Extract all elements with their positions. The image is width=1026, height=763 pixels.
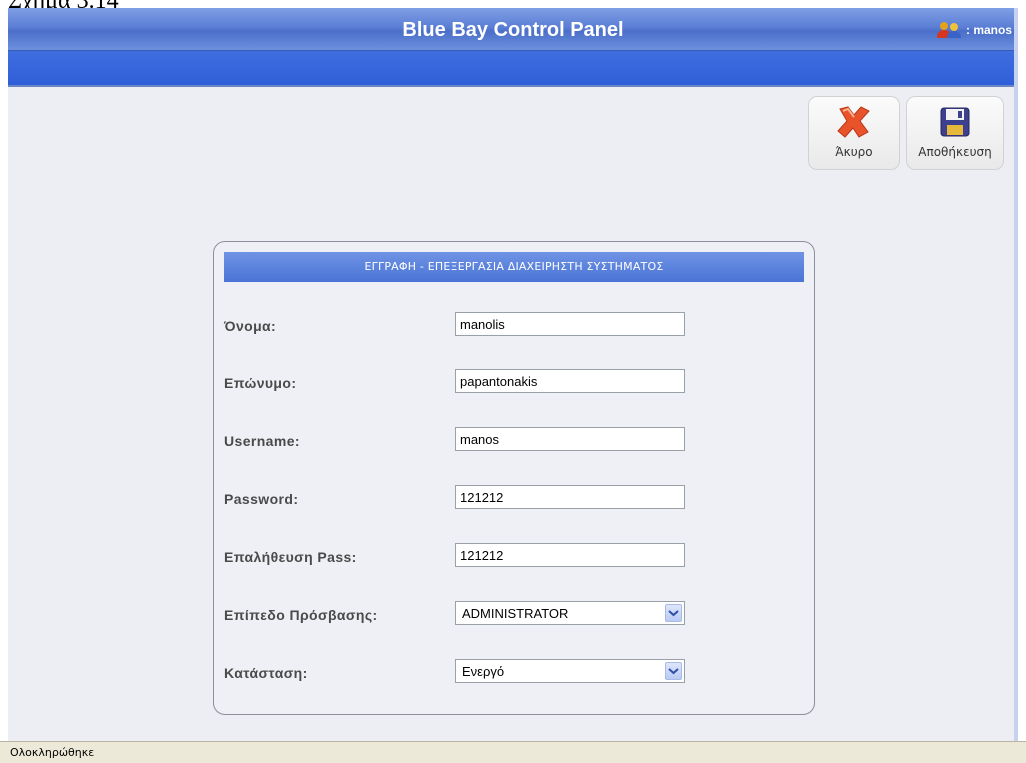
vertical-scrollbar[interactable] xyxy=(1014,8,1018,743)
status-bar-text: Ολοκληρώθηκε xyxy=(10,746,95,759)
admin-form-panel: ΕΓΓΡΑΦΗ - ΕΠΕΞΕΡΓΑΣΙΑ ΔΙΑΧΕΙΡΗΣΤΗ ΣΥΣΤΗΜ… xyxy=(213,241,815,715)
access-level-value: ADMINISTRATOR xyxy=(462,606,569,621)
password-confirm-label: Επαλήθευση Pass: xyxy=(224,549,357,565)
password-input[interactable] xyxy=(455,485,685,509)
red-x-icon xyxy=(837,106,870,138)
first-name-input[interactable] xyxy=(455,312,685,336)
last-name-label: Επώνυμο: xyxy=(224,375,297,391)
nav-bar xyxy=(8,51,1018,87)
last-name-row: Επώνυμο: xyxy=(224,369,804,397)
password-confirm-row: Επαλήθευση Pass: xyxy=(224,543,804,571)
username-input[interactable] xyxy=(455,427,685,451)
password-label: Password: xyxy=(224,491,299,507)
access-level-select[interactable]: ADMINISTRATOR xyxy=(455,601,685,625)
status-label: Κατάσταση: xyxy=(224,665,308,681)
status-value: Ενεργό xyxy=(462,664,505,679)
password-row: Password: xyxy=(224,485,804,513)
last-name-input[interactable] xyxy=(455,369,685,393)
username-label: Username: xyxy=(224,433,300,449)
save-button-label: Αποθήκευση xyxy=(918,145,992,159)
first-name-row: Όνομα: xyxy=(224,312,804,340)
username-row: Username: xyxy=(224,427,804,455)
browser-window: Blue Bay Control Panel : manos Άκυρο Απο… xyxy=(8,8,1018,743)
status-bar: Ολοκληρώθηκε xyxy=(0,741,1026,763)
cancel-button-label: Άκυρο xyxy=(835,145,873,159)
chevron-down-icon[interactable] xyxy=(665,604,682,622)
save-button[interactable]: Αποθήκευση xyxy=(906,96,1004,170)
app-header: Blue Bay Control Panel : manos xyxy=(8,8,1018,51)
user-info: : manos xyxy=(935,21,1012,39)
chevron-down-icon[interactable] xyxy=(665,662,682,680)
cancel-button[interactable]: Άκυρο xyxy=(808,96,900,170)
app-title: Blue Bay Control Panel xyxy=(402,19,624,41)
password-confirm-input[interactable] xyxy=(455,543,685,567)
access-level-label: Επίπεδο Πρόσβασης: xyxy=(224,607,378,623)
user-name: : manos xyxy=(965,23,1012,37)
floppy-disk-icon xyxy=(940,107,970,137)
form-title: ΕΓΓΡΑΦΗ - ΕΠΕΞΕΡΓΑΣΙΑ ΔΙΑΧΕΙΡΗΣΤΗ ΣΥΣΤΗΜ… xyxy=(224,252,804,282)
first-name-label: Όνομα: xyxy=(224,318,277,334)
access-level-row: Επίπεδο Πρόσβασης: ADMINISTRATOR xyxy=(224,601,804,629)
users-icon xyxy=(936,22,961,38)
status-row: Κατάσταση: Ενεργό xyxy=(224,659,804,687)
status-select[interactable]: Ενεργό xyxy=(455,659,685,683)
